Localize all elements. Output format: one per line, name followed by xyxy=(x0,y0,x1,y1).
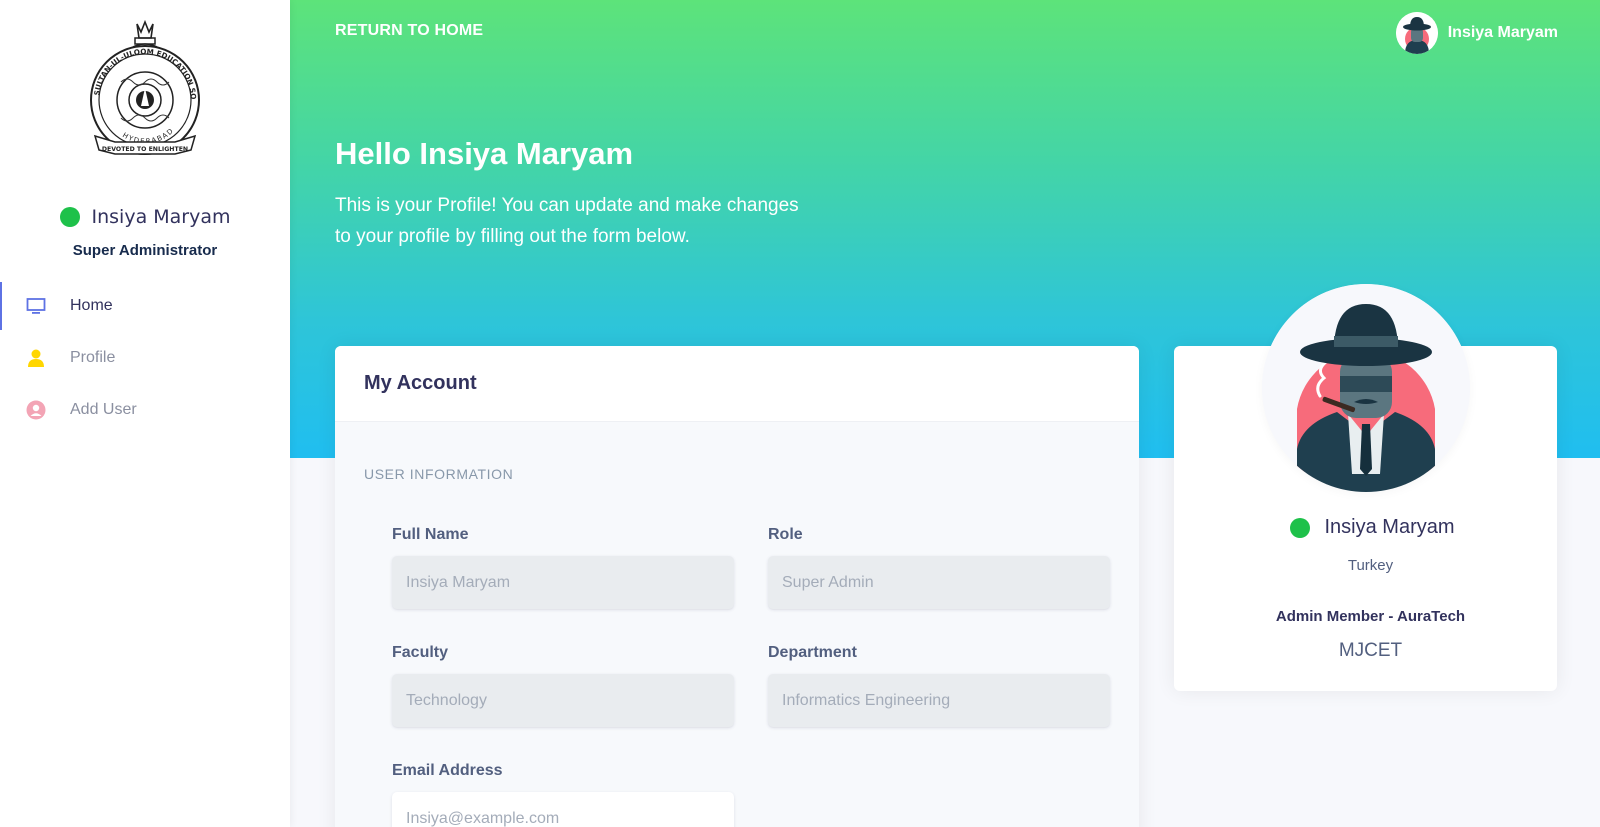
person-icon xyxy=(26,348,46,368)
top-user-name: Insiya Maryam xyxy=(1447,24,1558,41)
account-title: My Account xyxy=(364,372,477,394)
sidebar-item-home[interactable]: Home xyxy=(0,280,290,332)
online-status-dot xyxy=(1290,517,1311,538)
profile-organization: Admin Member - AuraTech xyxy=(1275,608,1466,625)
sidebar-item-label: Home xyxy=(70,297,113,314)
user-circle-icon xyxy=(26,400,46,420)
department-label: Department xyxy=(768,644,857,661)
full-name-input[interactable] xyxy=(392,556,734,609)
department-group: Department xyxy=(768,642,1110,727)
logo-bottom-text: DEVOTED TO ENLIGHTEN xyxy=(102,146,188,153)
email-label: Email Address xyxy=(392,762,503,779)
role-label: Role xyxy=(768,526,803,543)
faculty-label: Faculty xyxy=(392,644,449,661)
online-status-dot xyxy=(59,207,80,227)
sidebar-user-name: Insiya Maryam xyxy=(91,206,231,228)
avatar xyxy=(1395,12,1438,54)
full-name-group: Full Name xyxy=(392,524,734,609)
faculty-group: Faculty xyxy=(392,642,734,727)
profile-country: Turkey xyxy=(1347,557,1394,574)
top-user-menu[interactable]: Insiya Maryam xyxy=(1395,12,1558,54)
sidebar-item-label: Add User xyxy=(70,401,137,418)
sidebar-nav: Home Profile Add User xyxy=(0,280,290,436)
my-account-card: My Account USER INFORMATION Full Name Ro… xyxy=(335,346,1139,827)
society-logo[interactable]: SULTAN-UL-ULOOM EDUCATION SOCIETY HYDERA… xyxy=(81,11,205,166)
greeting-heading: Hello Insiya Maryam xyxy=(335,136,634,171)
sidebar: SULTAN-UL-ULOOM EDUCATION SOCIETY HYDERA… xyxy=(0,0,290,827)
email-group: Email Address xyxy=(392,760,734,827)
monitor-icon xyxy=(26,296,46,316)
profile-institution: MJCET xyxy=(1338,640,1403,661)
account-card-header: My Account xyxy=(335,346,1139,422)
email-field[interactable] xyxy=(392,792,734,827)
sidebar-item-add-user[interactable]: Add User xyxy=(0,384,290,436)
sidebar-user-role: Super Administrator xyxy=(72,242,218,259)
return-home-link[interactable]: RETURN TO HOME xyxy=(335,22,483,40)
spy-avatar-icon[interactable] xyxy=(1262,284,1470,492)
faculty-input[interactable] xyxy=(392,674,734,727)
header-description: This is your Profile! You can update and… xyxy=(335,195,799,247)
sidebar-user: Insiya Maryam Super Administrator xyxy=(0,206,290,259)
user-information-heading: USER INFORMATION xyxy=(364,466,514,482)
sidebar-item-label: Profile xyxy=(70,349,116,366)
sidebar-item-profile[interactable]: Profile xyxy=(0,332,290,384)
role-group: Role xyxy=(768,524,1110,609)
profile-name: Insiya Maryam xyxy=(1324,516,1455,538)
full-name-label: Full Name xyxy=(392,526,469,543)
role-input[interactable] xyxy=(768,556,1110,609)
department-input[interactable] xyxy=(768,674,1110,727)
profile-name-row: Insiya Maryam xyxy=(1174,516,1557,539)
